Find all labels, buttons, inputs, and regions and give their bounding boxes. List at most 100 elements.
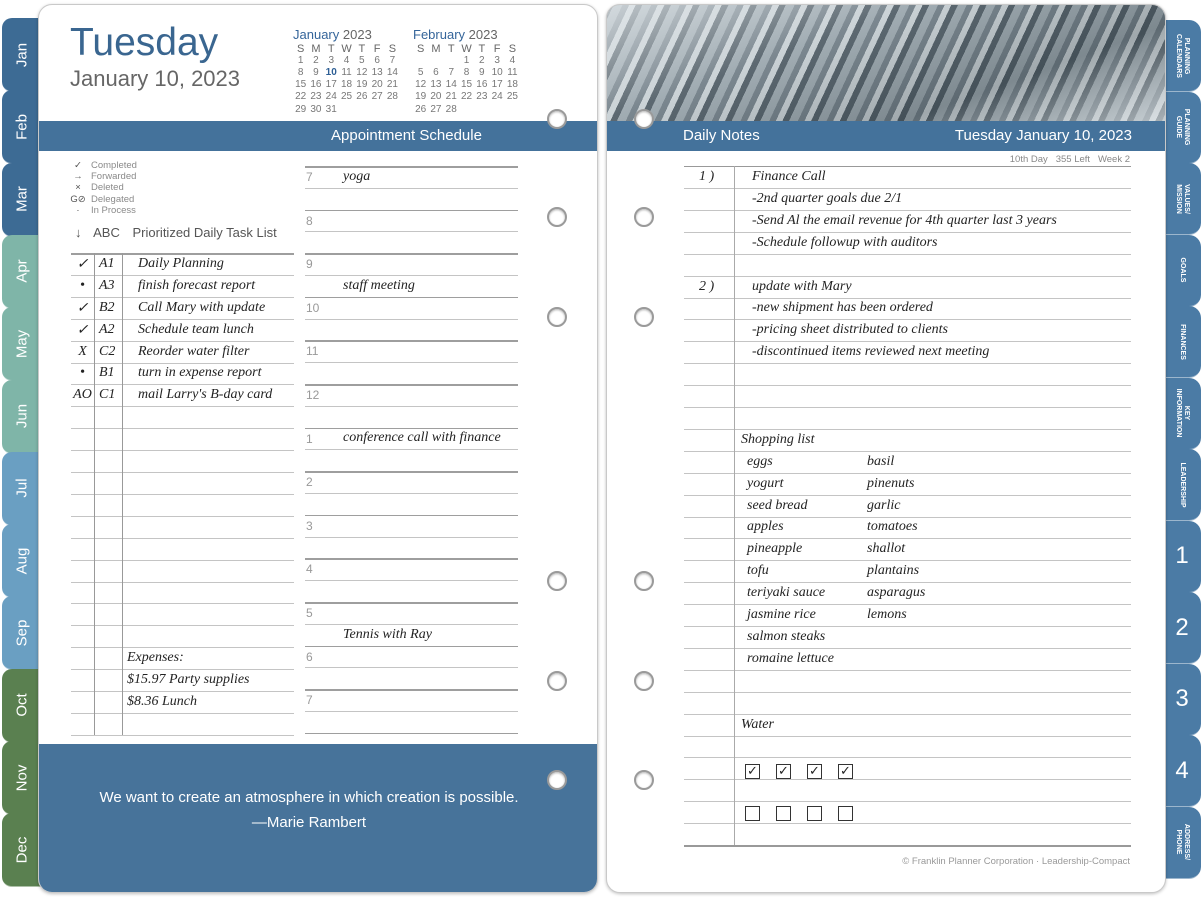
calendar-day[interactable]: 31 — [324, 103, 339, 115]
calendar-day[interactable]: 20 — [369, 79, 384, 91]
task-priority[interactable]: B1 — [99, 365, 115, 381]
calendar-day[interactable]: 25 — [505, 91, 520, 103]
calendar-day[interactable]: 8 — [293, 67, 308, 79]
tab-aug[interactable]: Aug — [2, 524, 42, 599]
appointment-entry[interactable]: staff meeting — [343, 278, 415, 294]
calendar-day[interactable]: 8 — [459, 67, 474, 79]
shopping-item[interactable]: tofu — [747, 563, 769, 579]
section-tab[interactable]: 3 — [1163, 663, 1201, 736]
calendar-day[interactable]: 22 — [459, 91, 474, 103]
task-priority[interactable]: A1 — [99, 256, 115, 272]
tab-mar[interactable]: Mar — [2, 162, 42, 237]
note-text[interactable]: Finance Call — [752, 169, 826, 185]
calendar-day[interactable]: 6 — [369, 55, 384, 67]
tab-sep[interactable]: Sep — [2, 596, 42, 671]
shopping-item[interactable]: pineapple — [747, 541, 802, 557]
calendar-day[interactable]: 7 — [385, 55, 400, 67]
calendar-day[interactable]: 17 — [489, 79, 504, 91]
calendar-day[interactable]: 2 — [474, 55, 489, 67]
water-checkbox-checked[interactable]: ✓ — [807, 764, 822, 780]
shopping-item[interactable]: shallot — [867, 541, 905, 557]
section-tab[interactable]: 4 — [1163, 735, 1201, 807]
calendar-day[interactable]: 10 — [324, 67, 339, 79]
shopping-item[interactable]: eggs — [747, 454, 773, 470]
section-tab[interactable]: ADDRESS/ PHONE — [1163, 806, 1201, 879]
task-text[interactable]: Schedule team lunch — [138, 322, 254, 338]
note-text[interactable]: Water — [741, 717, 774, 733]
expense-line[interactable]: Expenses: — [127, 650, 184, 666]
shopping-item[interactable]: seed bread — [747, 498, 808, 514]
task-text[interactable]: Daily Planning — [138, 256, 224, 272]
water-checkbox[interactable] — [776, 806, 791, 822]
tab-apr[interactable]: Apr — [2, 234, 42, 309]
section-tab[interactable]: PLANNING CALENDARS — [1163, 20, 1201, 92]
task-priority[interactable]: C2 — [99, 344, 115, 360]
shopping-item[interactable]: teriyaki sauce — [747, 585, 825, 601]
section-tab[interactable]: VALUES/ MISSION — [1163, 163, 1201, 235]
calendar-day[interactable]: 21 — [444, 91, 459, 103]
water-checkbox-checked[interactable]: ✓ — [745, 764, 760, 780]
water-checkbox-checked[interactable]: ✓ — [776, 764, 791, 780]
section-tab[interactable]: GOALS — [1163, 234, 1201, 307]
calendar-day[interactable]: 14 — [385, 67, 400, 79]
calendar-day[interactable]: 13 — [428, 79, 443, 91]
water-checkbox[interactable] — [745, 806, 760, 822]
water-checkbox[interactable] — [807, 806, 822, 822]
section-tab[interactable]: 2 — [1163, 592, 1201, 664]
calendar-day[interactable]: 18 — [339, 79, 354, 91]
task-status[interactable]: X — [71, 344, 94, 360]
calendar-day[interactable]: 2 — [308, 55, 323, 67]
calendar-day[interactable]: 16 — [474, 79, 489, 91]
task-status[interactable]: ✓ — [71, 300, 94, 317]
calendar-day[interactable]: 29 — [293, 103, 308, 115]
water-checkbox-checked[interactable]: ✓ — [838, 764, 853, 780]
shopping-item[interactable]: asparagus — [867, 585, 925, 601]
shopping-item[interactable]: jasmine rice — [747, 607, 816, 623]
calendar-day[interactable]: 12 — [354, 67, 369, 79]
calendar-day[interactable]: 27 — [428, 103, 443, 115]
note-text[interactable]: -Schedule followup with auditors — [752, 235, 938, 251]
calendar-day[interactable]: 15 — [459, 79, 474, 91]
calendar-day[interactable]: 26 — [354, 91, 369, 103]
section-tab[interactable]: PLANNING GUIDE — [1163, 91, 1201, 164]
calendar-day[interactable]: 4 — [339, 55, 354, 67]
tab-dec[interactable]: Dec — [2, 813, 42, 888]
shopping-item[interactable]: yogurt — [747, 476, 784, 492]
note-text[interactable]: Shopping list — [741, 432, 815, 448]
task-text[interactable]: finish forecast report — [138, 278, 255, 294]
calendar-day[interactable]: 19 — [354, 79, 369, 91]
note-text[interactable]: -Send Al the email revenue for 4th quart… — [752, 213, 1057, 229]
tab-jan[interactable]: Jan — [2, 18, 42, 92]
calendar-day[interactable]: 17 — [324, 79, 339, 91]
calendar-day[interactable]: 22 — [293, 91, 308, 103]
task-text[interactable]: mail Larry's B-day card — [138, 387, 272, 403]
calendar-day[interactable]: 10 — [489, 67, 504, 79]
calendar-day[interactable]: 30 — [308, 103, 323, 115]
section-tab[interactable]: FINANCES — [1163, 306, 1201, 378]
appointment-entry[interactable]: yoga — [343, 169, 370, 185]
note-text[interactable]: -discontinued items reviewed next meetin… — [752, 344, 989, 360]
calendar-day[interactable]: 1 — [293, 55, 308, 67]
task-status[interactable]: • — [71, 365, 94, 381]
tab-may[interactable]: May — [2, 307, 42, 382]
calendar-day[interactable]: 15 — [293, 79, 308, 91]
calendar-day[interactable]: 18 — [505, 79, 520, 91]
calendar-day[interactable]: 23 — [308, 91, 323, 103]
calendar-day[interactable]: 20 — [428, 91, 443, 103]
shopping-item[interactable]: pinenuts — [867, 476, 914, 492]
calendar-day[interactable]: 24 — [324, 91, 339, 103]
calendar-day[interactable]: 11 — [339, 67, 354, 79]
calendar-day[interactable]: 3 — [324, 55, 339, 67]
calendar-day[interactable]: 7 — [444, 67, 459, 79]
note-text[interactable]: update with Mary — [752, 279, 852, 295]
expense-line[interactable]: $15.97 Party supplies — [127, 672, 250, 688]
calendar-day[interactable]: 26 — [413, 103, 428, 115]
calendar-day[interactable]: 23 — [474, 91, 489, 103]
tab-oct[interactable]: Oct — [2, 668, 42, 743]
shopping-item[interactable]: apples — [747, 519, 784, 535]
calendar-day[interactable]: 3 — [489, 55, 504, 67]
calendar-day[interactable]: 27 — [369, 91, 384, 103]
task-status[interactable]: • — [71, 278, 94, 294]
task-status[interactable]: ✓ — [71, 322, 94, 339]
shopping-item[interactable]: basil — [867, 454, 894, 470]
